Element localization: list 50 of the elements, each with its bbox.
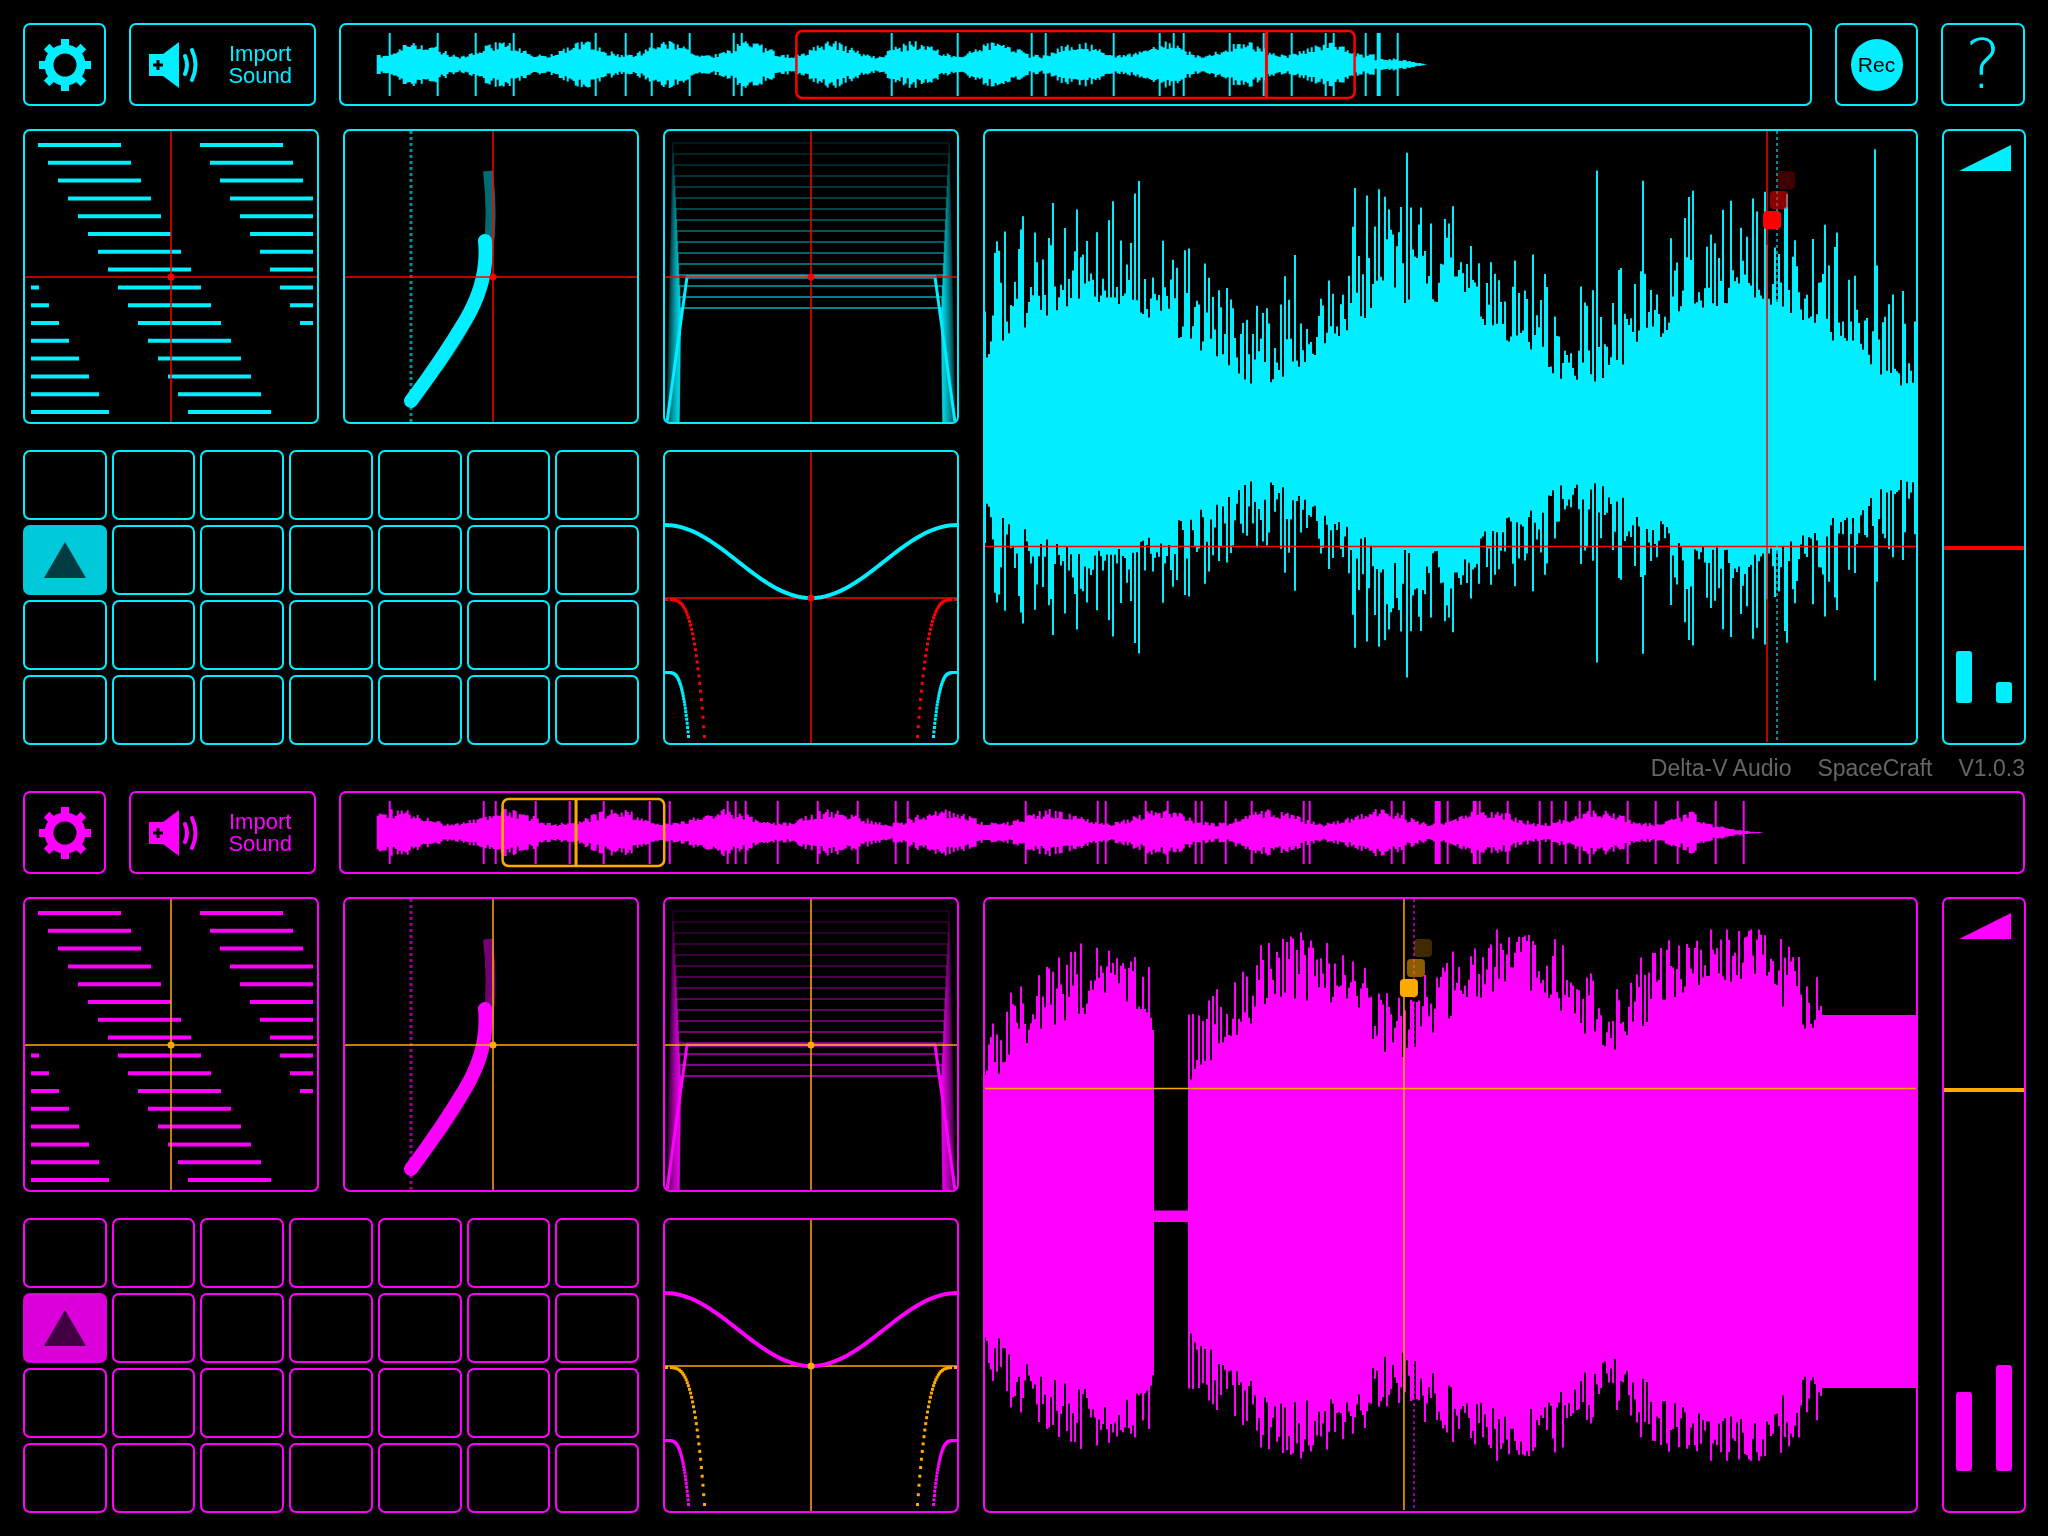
threshold-marker[interactable] (1944, 1088, 2024, 1093)
footer-text: V1.0.3 (1958, 753, 2025, 783)
pad[interactable] (111, 1293, 196, 1363)
pad[interactable] (111, 1218, 196, 1288)
pad[interactable] (555, 1368, 639, 1438)
volume-ramp-icon (1959, 913, 2011, 939)
pad[interactable] (289, 1368, 373, 1438)
pad[interactable] (377, 1293, 462, 1363)
pad[interactable] (377, 1368, 462, 1438)
import-sound-button[interactable]: Import Sound (129, 791, 316, 874)
pad[interactable] (200, 1293, 285, 1363)
pad[interactable] (466, 1293, 551, 1363)
pad[interactable] (23, 1443, 107, 1513)
pad[interactable] (555, 1218, 639, 1288)
pad[interactable] (555, 1293, 639, 1363)
volume-ramp-icon (1959, 145, 2011, 171)
pad[interactable] (289, 1293, 373, 1363)
import-sound-button[interactable]: Import Sound (129, 23, 316, 106)
pad[interactable] (466, 1368, 551, 1438)
pad[interactable] (466, 1443, 551, 1513)
threshold-marker[interactable] (1944, 546, 2024, 551)
pad[interactable] (200, 1368, 285, 1438)
playhead[interactable] (1763, 131, 1796, 742)
pad[interactable] (555, 1443, 639, 1513)
import-label: Import (228, 810, 292, 833)
waveform-overview[interactable] (339, 791, 2025, 874)
pad[interactable] (111, 1443, 196, 1513)
pad[interactable] (289, 1218, 373, 1288)
pad[interactable] (23, 1368, 107, 1438)
selection-window[interactable] (795, 29, 1356, 100)
pad[interactable] (289, 1443, 373, 1513)
import-label: Import (228, 42, 292, 65)
pad[interactable] (200, 1218, 285, 1288)
pad[interactable] (200, 1443, 285, 1513)
help-button[interactable]: ? (1941, 23, 2025, 106)
import-label: Sound (228, 64, 292, 87)
triangle-icon (43, 542, 86, 578)
record-button[interactable]: Rec (1835, 23, 1918, 106)
pad[interactable] (466, 1218, 551, 1288)
selection-window[interactable] (501, 797, 666, 868)
pad[interactable] (23, 1218, 107, 1288)
pad[interactable] (111, 1368, 196, 1438)
footer-text: Delta-V Audio (1650, 753, 1792, 783)
pad[interactable] (377, 1218, 462, 1288)
pad[interactable] (377, 1443, 462, 1513)
playhead[interactable] (1399, 899, 1432, 1510)
triangle-icon (43, 1310, 86, 1346)
import-label: Sound (228, 832, 292, 855)
settings-button[interactable] (23, 791, 106, 874)
footer-text: SpaceCraft (1817, 753, 1933, 783)
